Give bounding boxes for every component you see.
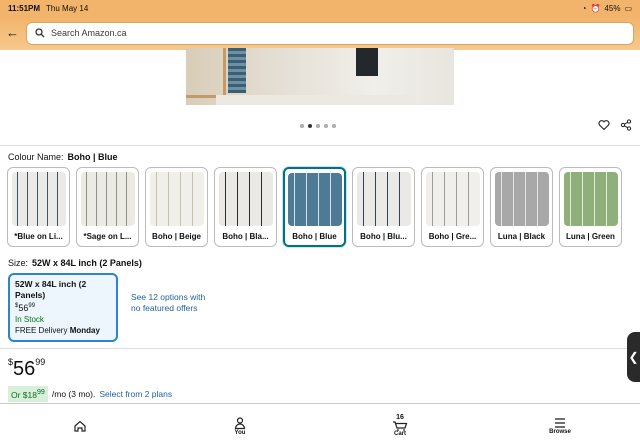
- nav-cart[interactable]: 16 Cart: [320, 404, 480, 447]
- swatch-blue-on-linen[interactable]: *Blue on Li...: [7, 167, 70, 247]
- battery-percent: 45%: [604, 3, 621, 13]
- carousel-dot-active[interactable]: [308, 124, 312, 128]
- select-plans-link[interactable]: Select from 2 plans: [99, 389, 172, 399]
- chevron-left-icon: ❮: [628, 350, 639, 364]
- person-icon: [234, 416, 246, 429]
- divider: [0, 348, 640, 349]
- cart-count: 16: [396, 414, 404, 421]
- back-arrow-icon[interactable]: ←: [6, 26, 20, 40]
- colour-name-value: Boho | Blue: [67, 152, 118, 162]
- bottom-nav: You 16 Cart Browse: [0, 403, 640, 447]
- search-input[interactable]: Search Amazon.ca: [26, 21, 634, 45]
- carousel-dot[interactable]: [332, 124, 336, 128]
- battery-icon: ▭: [624, 3, 632, 13]
- search-placeholder: Search Amazon.ca: [51, 28, 127, 38]
- size-option-price: $5699: [15, 303, 36, 313]
- status-time: 11:51PM: [8, 3, 41, 13]
- nav-home[interactable]: [0, 404, 160, 447]
- swatch-boho-grey[interactable]: Boho | Gre...: [421, 167, 484, 247]
- header: ← Search Amazon.ca: [0, 16, 640, 50]
- nav-browse[interactable]: Browse: [480, 404, 640, 447]
- swatch-boho-blue[interactable]: Boho | Blue: [283, 167, 346, 247]
- carousel-dot[interactable]: [316, 124, 320, 128]
- divider: [0, 145, 640, 146]
- carousel-dot[interactable]: [324, 124, 328, 128]
- nav-you[interactable]: You: [160, 404, 320, 447]
- alarm-icon: ⏰: [590, 3, 601, 13]
- status-bar: 11:51PM Thu May 14 ◔ ⏰ 45% ▭: [0, 0, 640, 16]
- size-value: 52W x 84L inch (2 Panels): [32, 258, 142, 268]
- size-label: Size: 52W x 84L inch (2 Panels): [8, 258, 142, 268]
- swatch-boho-black[interactable]: Boho | Bla...: [214, 167, 277, 247]
- swatch-luna-green[interactable]: Luna | Green: [559, 167, 622, 247]
- monthly-plan: Or $1899 /mo (3 mo). Select from 2 plans: [8, 386, 172, 402]
- colour-name-label: Colour Name: Boho | Blue: [8, 152, 118, 162]
- see-options-link[interactable]: See 12 options with no featured offers: [131, 292, 211, 314]
- menu-icon: [555, 417, 565, 428]
- cart-icon: [393, 421, 408, 431]
- plan-suffix: /mo (3 mo).: [51, 388, 96, 399]
- nav-you-label: You: [234, 429, 246, 436]
- swatch-luna-black[interactable]: Luna | Black: [490, 167, 553, 247]
- home-icon: [74, 420, 86, 432]
- nav-browse-label: Browse: [549, 428, 571, 435]
- search-icon: [35, 28, 45, 38]
- stock-status: In Stock: [15, 315, 44, 324]
- plan-badge: Or $1899: [8, 386, 48, 402]
- status-right: ◔ ⏰ 45% ▭: [582, 4, 632, 13]
- carousel-dot[interactable]: [300, 124, 304, 128]
- status-date: Thu May 14: [46, 3, 89, 13]
- wifi-icon: ◔: [581, 3, 587, 13]
- swatch-boho-blue-2[interactable]: Boho | Blu...: [352, 167, 415, 247]
- nav-cart-label: Cart: [393, 431, 406, 437]
- colour-swatches: *Blue on Li... *Sage on L... Boho | Beig…: [7, 167, 622, 247]
- share-icon[interactable]: [620, 119, 632, 131]
- delivery-info: FREE Delivery Monday: [15, 326, 100, 335]
- size-option-selected[interactable]: 52W x 84L inch (2 Panels) $5699 In Stock…: [8, 273, 118, 342]
- product-image[interactable]: [186, 48, 454, 105]
- swatch-boho-beige[interactable]: Boho | Beige: [145, 167, 208, 247]
- swatch-sage-on-linen[interactable]: *Sage on L...: [76, 167, 139, 247]
- carousel-dots[interactable]: [300, 124, 336, 128]
- heart-icon[interactable]: [598, 119, 610, 131]
- product-price: $5699: [8, 357, 46, 380]
- size-option-title: 52W x 84L inch (2 Panels): [15, 279, 87, 300]
- side-panel-handle[interactable]: ❮: [627, 332, 640, 382]
